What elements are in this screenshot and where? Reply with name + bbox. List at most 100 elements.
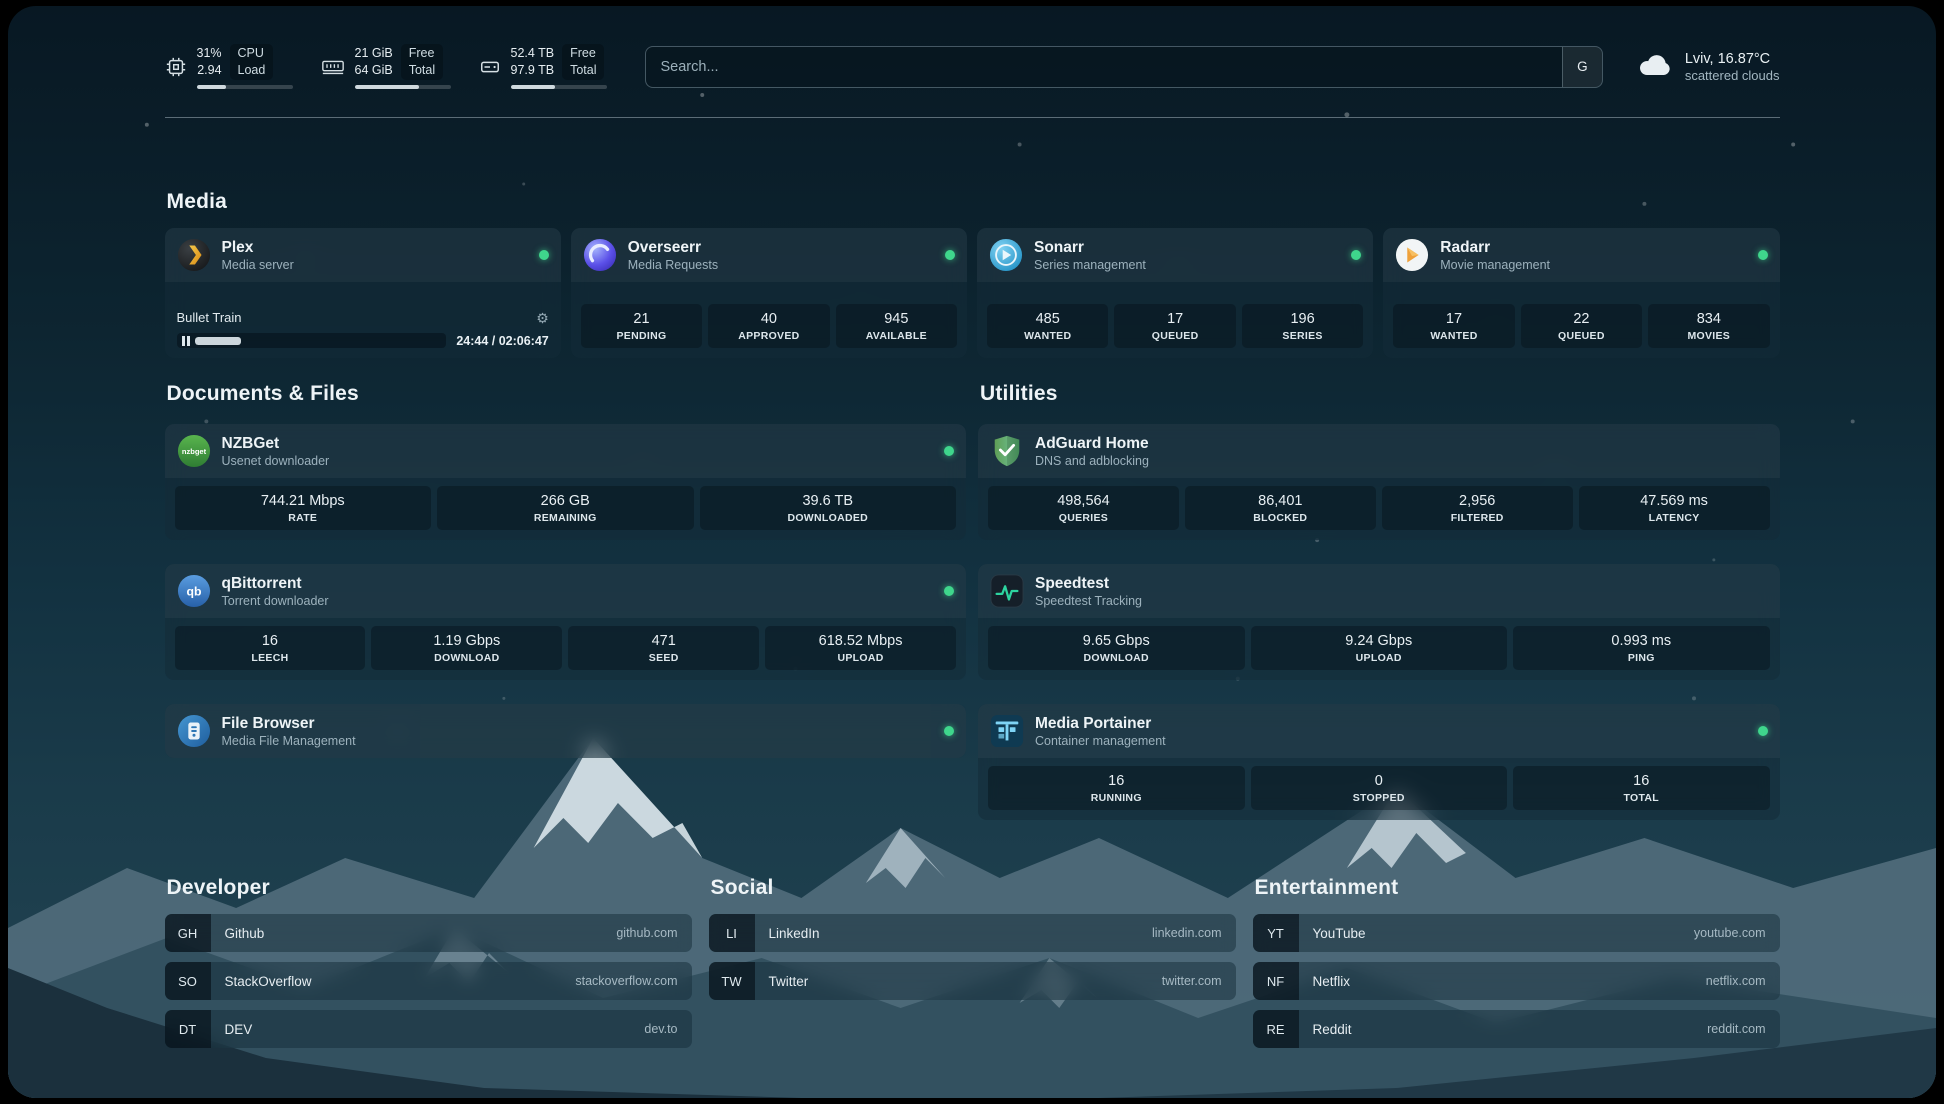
stat-wanted: 485 WANTED [987, 304, 1108, 348]
bookmark-dev[interactable]: DT DEV dev.to [165, 1010, 692, 1048]
service-card-speedtest[interactable]: Speedtest Speedtest Tracking 9.65 Gbps D… [978, 564, 1780, 680]
bookmark-abbr: YT [1253, 914, 1299, 952]
stat-remaining: 266 GB REMAINING [437, 486, 694, 530]
cpu-labels: CPU Load [230, 44, 274, 80]
bookmark-github[interactable]: GH Github github.com [165, 914, 692, 952]
stat-queued: 22 QUEUED [1521, 304, 1642, 348]
overseerr-icon [583, 238, 617, 272]
bookmark-url: stackoverflow.com [575, 974, 691, 988]
bookmark-abbr: NF [1253, 962, 1299, 1000]
stat-wanted: 17 WANTED [1393, 304, 1514, 348]
disk-labels: Free Total [562, 44, 604, 80]
status-dot [1758, 250, 1768, 260]
search-input[interactable] [645, 46, 1603, 88]
bookmark-group-developer: Developer GH Github github.com SO StackO… [165, 876, 692, 1048]
stat-seed: 471 SEED [568, 626, 759, 670]
status-dot [944, 586, 954, 596]
disk-widget: 52.4 TB 97.9 TB Free Total [479, 44, 607, 89]
service-name: Radarr [1440, 239, 1550, 257]
status-dot [945, 250, 955, 260]
plex-icon [177, 238, 211, 272]
sonarr-icon [989, 238, 1023, 272]
bookmark-url: github.com [616, 926, 691, 940]
cpu-usage-value: 31% [197, 46, 222, 62]
service-card-filebrowser[interactable]: File Browser Media File Management [165, 704, 967, 758]
service-description: DNS and adblocking [1035, 454, 1149, 468]
bookmark-linkedin[interactable]: LI LinkedIn linkedin.com [709, 914, 1236, 952]
disk-icon [479, 56, 501, 78]
qbittorrent-icon: qb [177, 574, 211, 608]
bookmark-youtube[interactable]: YT YouTube youtube.com [1253, 914, 1780, 952]
cpu-widget: 31% 2.94 CPU Load [165, 44, 293, 89]
status-dot [1758, 726, 1768, 736]
bookmark-name: Twitter [755, 974, 809, 989]
topbar-divider [165, 117, 1780, 118]
service-card-sonarr[interactable]: Sonarr Series management 485 WANTED 17 Q… [977, 228, 1373, 358]
portainer-icon [990, 714, 1024, 748]
svg-text:qb: qb [186, 585, 201, 599]
bookmark-url: netflix.com [1706, 974, 1780, 988]
bookmark-name: DEV [211, 1022, 253, 1037]
bookmark-reddit[interactable]: RE Reddit reddit.com [1253, 1010, 1780, 1048]
filebrowser-icon [177, 714, 211, 748]
bookmark-twitter[interactable]: TW Twitter twitter.com [709, 962, 1236, 1000]
service-card-plex[interactable]: Plex Media server Bullet Train ⚙ [165, 228, 561, 358]
service-description: Speedtest Tracking [1035, 594, 1142, 608]
service-card-adguard[interactable]: AdGuard Home DNS and adblocking 498,564 … [978, 424, 1780, 540]
service-description: Usenet downloader [222, 454, 330, 468]
service-card-nzbget[interactable]: nzbget NZBGet Usenet downloader 744.21 M… [165, 424, 967, 540]
documents-heading: Documents & Files [167, 382, 967, 406]
section-utilities: Utilities AdGuard H [978, 382, 1780, 820]
service-card-portainer[interactable]: Media Portainer Container management 16 … [978, 704, 1780, 820]
stat-latency: 47.569 ms LATENCY [1579, 486, 1770, 530]
bookmark-name: Netflix [1299, 974, 1351, 989]
bookmark-name: LinkedIn [755, 926, 820, 941]
speedtest-icon [990, 574, 1024, 608]
disk-total-value: 97.9 TB [511, 63, 555, 79]
service-name: NZBGet [222, 435, 330, 453]
cpu-load-value: 2.94 [197, 63, 221, 79]
service-name: Media Portainer [1035, 715, 1166, 733]
bookmark-url: dev.to [644, 1022, 691, 1036]
service-card-overseerr[interactable]: Overseerr Media Requests 21 PENDING 40 A… [571, 228, 967, 358]
bookmark-netflix[interactable]: NF Netflix netflix.com [1253, 962, 1780, 1000]
service-card-qbittorrent[interactable]: qb qBittorrent Torrent downloader 16 LEE… [165, 564, 967, 680]
weather-location: Lviv, 16.87°C [1685, 51, 1780, 67]
entertainment-heading: Entertainment [1255, 876, 1780, 900]
bookmark-abbr: GH [165, 914, 211, 952]
bookmark-abbr: LI [709, 914, 755, 952]
service-name: Overseerr [628, 239, 718, 257]
service-name: AdGuard Home [1035, 435, 1149, 453]
stat-approved: 40 APPROVED [708, 304, 829, 348]
bookmark-abbr: RE [1253, 1010, 1299, 1048]
bookmark-url: reddit.com [1707, 1022, 1779, 1036]
disk-bar [511, 85, 607, 89]
service-name: Plex [222, 239, 294, 257]
service-name: Sonarr [1034, 239, 1146, 257]
weather-widget: Lviv, 16.87°C scattered clouds [1637, 51, 1780, 83]
pause-icon [182, 336, 190, 346]
service-card-radarr[interactable]: Radarr Movie management 17 WANTED 22 QUE… [1383, 228, 1779, 358]
stat-download: 1.19 Gbps DOWNLOAD [371, 626, 562, 670]
service-description: Movie management [1440, 258, 1550, 272]
nzbget-icon: nzbget [177, 434, 211, 468]
gear-icon[interactable]: ⚙ [536, 311, 549, 325]
bookmark-stackoverflow[interactable]: SO StackOverflow stackoverflow.com [165, 962, 692, 1000]
memory-free-value: 21 GiB [355, 46, 393, 62]
service-description: Media Requests [628, 258, 718, 272]
bookmark-abbr: DT [165, 1010, 211, 1048]
stat-total: 16 TOTAL [1513, 766, 1770, 810]
stat-queued: 17 QUEUED [1114, 304, 1235, 348]
section-documents-files: Documents & Files nzbget NZBGet [165, 382, 967, 820]
stat-rate: 744.21 Mbps RATE [175, 486, 432, 530]
service-name: qBittorrent [222, 575, 329, 593]
bookmark-url: linkedin.com [1152, 926, 1235, 940]
service-description: Media File Management [222, 734, 356, 748]
search-provider-button[interactable]: G [1562, 47, 1602, 87]
bookmark-abbr: TW [709, 962, 755, 1000]
stat-movies: 834 MOVIES [1648, 304, 1769, 348]
bookmark-name: Reddit [1299, 1022, 1352, 1037]
service-name: Speedtest [1035, 575, 1142, 593]
service-description: Series management [1034, 258, 1146, 272]
stat-download: 9.65 Gbps DOWNLOAD [988, 626, 1245, 670]
